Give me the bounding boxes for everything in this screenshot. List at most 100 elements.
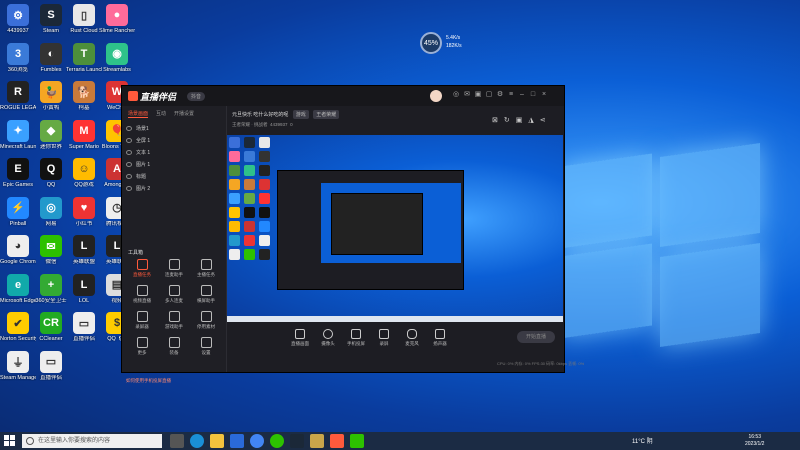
start-button[interactable] [4,435,16,447]
control-mic[interactable]: 麦克风 [399,329,425,347]
tool-item[interactable]: 主播任务 [190,259,222,281]
control-camera[interactable]: 摄像头 [315,329,341,347]
steam-icon[interactable] [290,434,304,448]
search-input[interactable]: 在这里输入你要搜索的内容 [22,434,162,448]
scene-row[interactable]: 场景1 [122,122,226,134]
control-record[interactable]: 录屏 [371,329,397,347]
stream-preview[interactable] [227,135,563,322]
tool-item[interactable]: 视频直播 [126,285,158,307]
control-phone[interactable]: 手机投屏 [343,329,369,347]
tool-item[interactable]: 设置 [190,337,222,359]
game-pill[interactable]: 王者荣耀 [313,110,340,119]
control-speaker[interactable]: 扬声器 [427,329,453,347]
lol-icon[interactable] [310,434,324,448]
tool-item[interactable]: 录屏器 [126,311,158,333]
desktop-icon[interactable]: ⏚ Steam Manager [0,350,36,381]
desktop-icon[interactable]: ◐ Fumbles [33,42,69,73]
tool-item[interactable]: 装备 [158,337,190,359]
scene-row[interactable]: 图片 1 [122,158,226,170]
desktop-icon[interactable]: ▭ 直播伴侣 [66,312,102,342]
eye-icon[interactable] [126,161,132,167]
tab-scene[interactable]: 场景画面 [128,110,149,118]
desktop-icon[interactable]: ✉ 微信 [33,235,69,265]
desktop-icon[interactable]: M Super Mario [66,119,102,150]
settings-icon[interactable]: ⚙ [496,91,504,99]
scene-row[interactable]: 文本 1 [122,146,226,158]
desktop-icon[interactable]: ● Slime Rancher [99,4,135,34]
desktop-icon[interactable]: ◉ Streamlabs [99,42,135,73]
live-companion-icon[interactable] [330,434,344,448]
eye-icon[interactable] [126,125,132,131]
eye-icon[interactable] [126,149,132,155]
desktop-icon[interactable]: TTerraria Launcher [66,42,102,73]
category-tag[interactable]: 游戏 [292,110,309,119]
desktop-icon[interactable]: L LOL [66,273,102,304]
headset-icon[interactable]: ◎ [452,91,460,99]
desktop-icon[interactable]: ✦Minecraft Launcher [0,119,36,150]
tool-item[interactable]: 直播任务 [126,259,158,281]
share-icon[interactable]: ⋖ [540,116,546,124]
clock[interactable]: 16:53 2023/1/2 [745,434,764,448]
close-icon[interactable]: × [540,91,548,99]
help-notice[interactable]: 如何使用手机投屏直播 [126,378,171,384]
desktop-icon[interactable]: ♥ 小红书 [66,196,102,227]
gift-icon[interactable]: ▣ [516,116,523,124]
tab-settings[interactable]: 开播设置 [174,110,194,118]
desktop-icon[interactable]: ◎ 网易 [33,196,69,227]
tool-item[interactable]: 游戏助手 [158,311,190,333]
mail-icon[interactable]: ✉ [463,91,471,99]
lock-icon[interactable]: ⊠ [492,116,498,124]
desktop-icon[interactable]: CR CCleaner [33,312,69,342]
network-widget[interactable]: 45% 5.4K/s 182K/s [420,30,468,54]
wechat-icon[interactable] [270,434,284,448]
maximize-icon[interactable]: □ [529,91,537,99]
tool-item[interactable]: 更多 [126,337,158,359]
chrome-icon[interactable] [250,434,264,448]
desktop-icon[interactable]: ◆ 迷你世界 [33,119,69,150]
tab-interact[interactable]: 互动 [156,110,166,118]
desktop-icon[interactable]: 3 360浏览 [0,42,36,73]
gift-icon[interactable]: ▣ [474,91,482,99]
explorer-icon[interactable] [210,434,224,448]
weather[interactable]: 11°C 阴 [632,436,653,445]
scene-row[interactable]: 标题 [122,170,226,182]
desktop-icon[interactable]: ▯ Rust Cloud [66,4,102,34]
avatar[interactable] [430,90,442,102]
tool-item[interactable]: 横屏助手 [190,285,222,307]
desktop-icon[interactable]: +360安全卫士 [33,273,69,304]
start-live-button[interactable]: 开始直播 [517,331,555,343]
desktop-icon[interactable]: E Epic Games [0,158,36,188]
desktop-icon[interactable]: 🦆 小黄鸭 [33,81,69,111]
desktop-icon[interactable]: ⚙ 4439937 [0,4,36,34]
menu-icon[interactable]: ≡ [507,91,515,99]
eye-icon[interactable] [126,173,132,179]
box-icon[interactable]: ▢ [485,91,493,99]
desktop-icon[interactable]: Q QQ [33,158,69,188]
desktop-icon[interactable]: ▭ 直播伴侣 [33,350,69,381]
eye-icon[interactable] [126,185,132,191]
refresh-icon[interactable]: ↻ [504,116,510,124]
desktop-icon[interactable]: ⚡ Pinball [0,196,36,227]
desktop-icon[interactable]: 🐕 柯基 [66,81,102,111]
edge-icon[interactable] [190,434,204,448]
desktop-icon[interactable]: S Steam [33,4,69,34]
control-screen[interactable]: 直播画面 [287,329,313,347]
scene-row[interactable]: 全屏 1 [122,134,226,146]
desktop-icon[interactable]: L 英雄联盟 [66,235,102,265]
tool-item[interactable]: 停用素材 [190,311,222,333]
desktop-icon[interactable]: R ROGUE LEGACY 2 [0,81,36,111]
desktop-icon[interactable]: ☺ QQ游戏 [66,158,102,188]
stream-title[interactable]: 元旦快乐 吃什么好吃的呢 [232,112,288,118]
desktop-icon[interactable]: ✔ Norton Security [0,312,36,342]
task-view-icon[interactable] [170,434,184,448]
scene-row[interactable]: 图片 2 [122,182,226,194]
desktop-icon[interactable]: ◕ Google Chrome [0,235,36,265]
store-icon[interactable] [230,434,244,448]
minimize-icon[interactable]: – [518,91,526,99]
bell-icon[interactable]: ◮ [528,116,533,124]
tool-item[interactable]: 连麦助手 [158,259,190,281]
desktop-icon[interactable]: e Microsoft Edge [0,273,36,304]
tool-item[interactable]: 多人连麦 [158,285,190,307]
wechat-chat-icon[interactable] [350,434,364,448]
eye-icon[interactable] [126,137,132,143]
